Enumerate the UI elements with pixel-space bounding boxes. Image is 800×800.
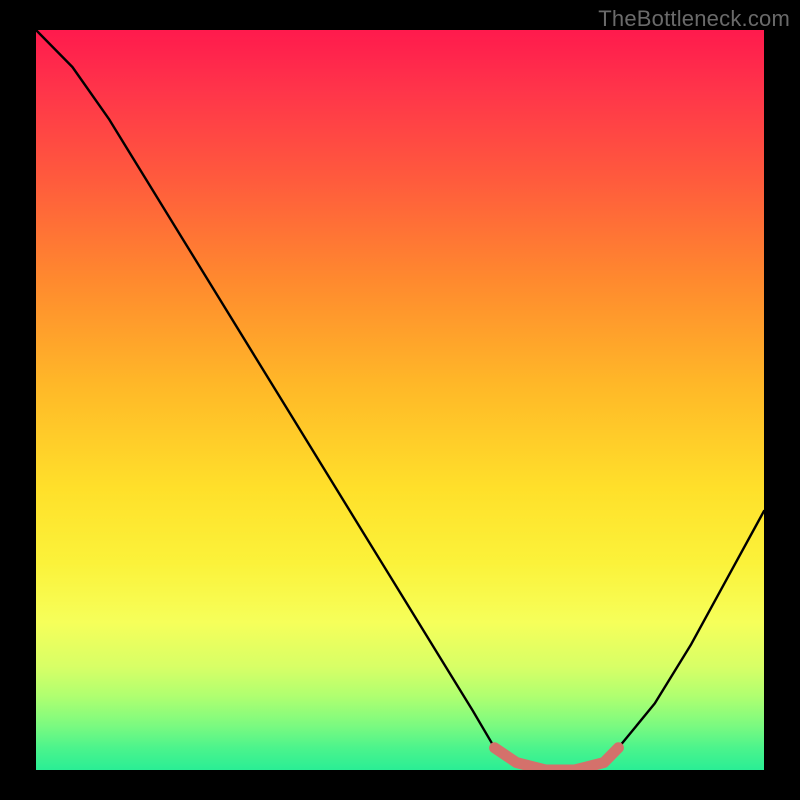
plot-area (36, 30, 764, 770)
bottleneck-curve (36, 30, 764, 770)
chart-frame: TheBottleneck.com (0, 0, 800, 800)
optimal-flat-region (495, 748, 619, 770)
watermark-text: TheBottleneck.com (598, 6, 790, 32)
curve-layer (36, 30, 764, 770)
